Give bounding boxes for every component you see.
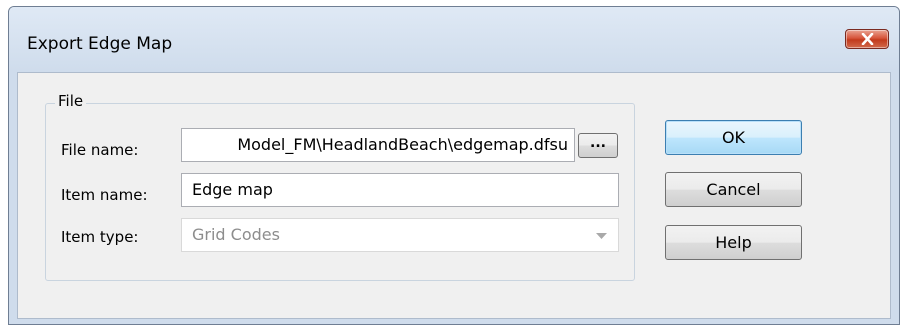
export-edge-map-dialog: Export Edge Map File File name: Model_FM…	[8, 6, 900, 325]
file-name-input[interactable]: Model_FM\HeadlandBeach\edgemap.dfsu	[181, 128, 575, 162]
help-button[interactable]: Help	[665, 225, 802, 260]
item-type-select[interactable]: Grid Codes	[181, 218, 619, 252]
item-name-input[interactable]: Edge map	[181, 173, 619, 207]
title-bar[interactable]: Export Edge Map	[9, 7, 899, 71]
item-name-label: Item name:	[61, 186, 148, 204]
dialog-body: File File name: Model_FM\HeadlandBeach\e…	[17, 72, 891, 319]
item-type-label: Item type:	[61, 228, 139, 246]
ok-button[interactable]: OK	[665, 120, 802, 155]
cancel-button[interactable]: Cancel	[665, 172, 802, 207]
file-group-legend: File	[55, 92, 87, 110]
file-name-label: File name:	[61, 141, 139, 159]
item-type-value: Grid Codes	[192, 225, 280, 244]
browse-button[interactable]: ...	[578, 133, 618, 158]
item-name-value: Edge map	[192, 180, 273, 199]
dialog-title: Export Edge Map	[27, 34, 173, 54]
file-name-value: Model_FM\HeadlandBeach\edgemap.dfsu	[237, 135, 568, 154]
close-button[interactable]	[845, 29, 889, 49]
chevron-down-icon	[596, 233, 607, 239]
close-icon	[861, 33, 874, 45]
